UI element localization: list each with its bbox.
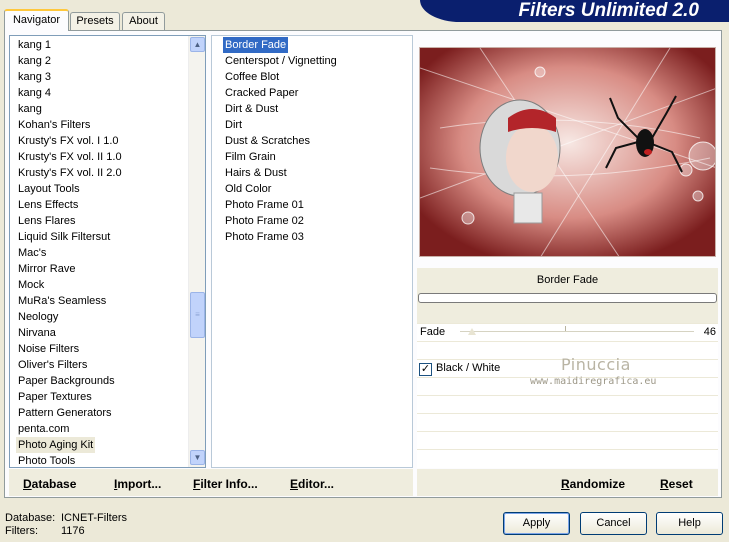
watermark-name: Pinuccia [561,355,631,374]
category-item[interactable]: Lens Flares [16,213,77,229]
category-item[interactable]: Pattern Generators [16,405,114,421]
filter-item[interactable]: Old Color [223,181,273,197]
category-item[interactable]: Noise Filters [16,341,81,357]
fade-value: 46 [703,326,716,338]
category-item[interactable]: Nirvana [16,325,58,341]
preview-image [419,47,716,257]
category-item[interactable]: penta.com [16,421,71,437]
fade-slider[interactable] [460,324,694,340]
category-item[interactable]: Oliver's Filters [16,357,89,373]
tab-presets[interactable]: Presets [70,12,120,30]
category-item[interactable]: Layout Tools [16,181,82,197]
status-filters-value: 1176 [61,525,85,537]
chevron-up-icon: ▲ [193,40,202,49]
filter-item[interactable]: Coffee Blot [223,69,281,85]
filter-list[interactable]: Border Fade Centerspot / Vignetting Coffee… [211,35,413,468]
filter-item[interactable]: Photo Frame 01 [223,197,306,213]
apply-button[interactable]: Apply [503,512,570,535]
category-item[interactable]: Photo Aging Kit [16,437,96,453]
category-item[interactable]: kang [16,101,44,117]
filter-info-button[interactable]: Filter Info... [193,477,258,491]
tab-about[interactable]: About [122,12,165,30]
filter-item[interactable]: Dirt & Dust [223,101,280,117]
category-item[interactable]: Krusty's FX vol. II 1.0 [16,149,124,165]
app-title-banner: Filters Unlimited 2.0 [420,0,729,22]
database-button[interactable]: Database [23,477,76,491]
fade-label: Fade [420,326,446,338]
help-button[interactable]: Help [656,512,723,535]
scroll-down-button[interactable]: ▼ [190,450,205,465]
category-item[interactable]: kang 2 [16,53,53,69]
category-item[interactable]: Mirror Rave [16,261,77,277]
app-title: Filters Unlimited 2.0 [518,0,699,21]
filter-item[interactable]: Cracked Paper [223,85,300,101]
reset-button[interactable]: Reset [660,477,693,491]
preview-artwork [420,48,715,256]
category-item[interactable]: kang 4 [16,85,53,101]
category-item[interactable]: kang 3 [16,69,53,85]
filter-item[interactable]: Hairs & Dust [223,165,289,181]
chevron-down-icon: ▼ [193,453,202,462]
filter-item[interactable]: Centerspot / Vignetting [223,53,339,69]
status-database-label: Database: [5,512,56,524]
filter-item[interactable]: Dirt [223,117,244,133]
status-filters-label: Filters: [5,525,38,537]
category-item[interactable]: Mac's [16,245,48,261]
filter-title: Border Fade [536,274,599,286]
randomize-button[interactable]: Randomize [561,477,625,491]
import-button[interactable]: Import... [114,477,161,491]
tab-navigator[interactable]: Navigator [4,9,69,31]
category-item[interactable]: Liquid Silk Filtersut [16,229,112,245]
watermark-site: www.maidiregrafica.eu [530,376,657,387]
category-item[interactable]: Photo Tools [16,453,77,467]
category-item[interactable]: Paper Backgrounds [16,373,117,389]
category-item[interactable]: Krusty's FX vol. II 2.0 [16,165,124,181]
filter-item[interactable]: Photo Frame 03 [223,229,306,245]
checkmark-icon: ✓ [420,363,431,375]
category-list[interactable]: kang 1 kang 2 kang 3 kang 4 kang Kohan's Filt… [9,35,206,468]
category-item[interactable]: Krusty's FX vol. I 1.0 [16,133,121,149]
editor-button[interactable]: Editor... [290,477,334,491]
cancel-button[interactable]: Cancel [580,512,647,535]
slider-thumb-icon[interactable] [468,328,476,335]
progress-bar [418,293,717,303]
category-item[interactable]: Mock [16,277,46,293]
filter-item[interactable]: Film Grain [223,149,278,165]
black-white-label: Black / White [436,362,501,374]
black-white-checkbox[interactable]: ✓ [419,363,432,376]
filter-item[interactable]: Dust & Scratches [223,133,312,149]
category-item[interactable]: kang 1 [16,37,53,53]
category-item[interactable]: MuRa's Seamless [16,293,108,309]
status-database-value: ICNET-Filters [61,512,127,524]
filter-item[interactable]: Border Fade [223,37,289,53]
category-item[interactable]: Paper Textures [16,389,94,405]
grip-icon: ≡ [195,310,200,319]
category-item[interactable]: Neology [16,309,60,325]
filter-item[interactable]: Photo Frame 02 [223,213,306,229]
category-item[interactable]: Lens Effects [16,197,80,213]
category-scrollbar[interactable]: ▲ ≡ ▼ [188,36,205,467]
scroll-up-button[interactable]: ▲ [190,37,205,52]
scroll-thumb[interactable]: ≡ [190,292,205,338]
category-item[interactable]: Kohan's Filters [16,117,92,133]
